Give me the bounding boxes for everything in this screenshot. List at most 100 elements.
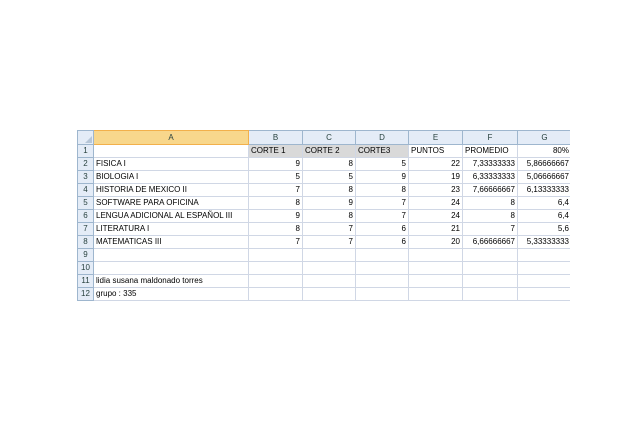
- cell-g[interactable]: [517, 287, 572, 301]
- cell-a[interactable]: MATEMATICAS III: [93, 235, 249, 249]
- cell-b[interactable]: CORTE 1: [248, 144, 303, 158]
- cell-c[interactable]: [302, 274, 356, 288]
- cell-g[interactable]: 5,86666667: [517, 157, 572, 171]
- cell-e[interactable]: [408, 287, 463, 301]
- cell-f[interactable]: 7,66666667: [462, 183, 518, 197]
- cell-d[interactable]: 5: [355, 157, 409, 171]
- row-header[interactable]: 11: [77, 274, 94, 288]
- cell-c[interactable]: 7: [302, 222, 356, 236]
- cell-b[interactable]: 8: [248, 196, 303, 210]
- row-header[interactable]: 9: [77, 248, 94, 262]
- cell-b[interactable]: 5: [248, 170, 303, 184]
- cell-e[interactable]: PUNTOS: [408, 144, 463, 158]
- cell-f[interactable]: 8: [462, 196, 518, 210]
- cell-a[interactable]: FISICA I: [93, 157, 249, 171]
- column-header-g[interactable]: G: [517, 130, 572, 145]
- cell-e[interactable]: 21: [408, 222, 463, 236]
- cell-d[interactable]: [355, 287, 409, 301]
- cell-f[interactable]: [462, 261, 518, 275]
- cell-g[interactable]: 80%: [517, 144, 572, 158]
- cell-c[interactable]: [302, 248, 356, 262]
- cell-d[interactable]: [355, 274, 409, 288]
- cell-b[interactable]: [248, 274, 303, 288]
- cell-a[interactable]: LENGUA ADICIONAL AL ESPAÑOL III: [93, 209, 249, 223]
- cell-e[interactable]: 22: [408, 157, 463, 171]
- cell-d[interactable]: 6: [355, 222, 409, 236]
- cell-b[interactable]: 7: [248, 183, 303, 197]
- column-header-d[interactable]: D: [355, 130, 409, 145]
- column-header-f[interactable]: F: [462, 130, 518, 145]
- row-header[interactable]: 3: [77, 170, 94, 184]
- cell-f[interactable]: [462, 248, 518, 262]
- cell-e[interactable]: 23: [408, 183, 463, 197]
- cell-a[interactable]: [93, 261, 249, 275]
- cell-e[interactable]: 24: [408, 196, 463, 210]
- cell-g[interactable]: [517, 248, 572, 262]
- cell-c[interactable]: 9: [302, 196, 356, 210]
- row-header[interactable]: 2: [77, 157, 94, 171]
- cell-b[interactable]: 9: [248, 209, 303, 223]
- cell-g[interactable]: 6,4: [517, 209, 572, 223]
- cell-a[interactable]: [93, 144, 249, 158]
- cell-f[interactable]: 7,33333333: [462, 157, 518, 171]
- cell-e[interactable]: 20: [408, 235, 463, 249]
- cell-g[interactable]: [517, 261, 572, 275]
- cell-a[interactable]: HISTORIA DE MEXICO II: [93, 183, 249, 197]
- cell-d[interactable]: 8: [355, 183, 409, 197]
- cell-f[interactable]: 6,33333333: [462, 170, 518, 184]
- column-header-a[interactable]: A: [93, 130, 249, 145]
- cell-d[interactable]: CORTE3: [355, 144, 409, 158]
- cell-c[interactable]: 8: [302, 183, 356, 197]
- row-header[interactable]: 4: [77, 183, 94, 197]
- cell-f[interactable]: [462, 287, 518, 301]
- cell-c[interactable]: [302, 287, 356, 301]
- cell-a[interactable]: lidia susana maldonado torres: [93, 274, 249, 288]
- row-header[interactable]: 7: [77, 222, 94, 236]
- cell-f[interactable]: 8: [462, 209, 518, 223]
- cell-g[interactable]: 5,6: [517, 222, 572, 236]
- cell-c[interactable]: 5: [302, 170, 356, 184]
- cell-d[interactable]: [355, 261, 409, 275]
- cell-e[interactable]: 24: [408, 209, 463, 223]
- cell-g[interactable]: 5,33333333: [517, 235, 572, 249]
- row-header[interactable]: 6: [77, 209, 94, 223]
- column-header-c[interactable]: C: [302, 130, 356, 145]
- row-header[interactable]: 1: [77, 144, 94, 158]
- cell-d[interactable]: 6: [355, 235, 409, 249]
- cell-d[interactable]: 7: [355, 209, 409, 223]
- cell-g[interactable]: 6,13333333: [517, 183, 572, 197]
- cell-c[interactable]: 8: [302, 157, 356, 171]
- cell-a[interactable]: LITERATURA I: [93, 222, 249, 236]
- row-header[interactable]: 8: [77, 235, 94, 249]
- column-header-b[interactable]: B: [248, 130, 303, 145]
- row-header[interactable]: 5: [77, 196, 94, 210]
- cell-b[interactable]: 7: [248, 235, 303, 249]
- cell-f[interactable]: 6,66666667: [462, 235, 518, 249]
- cell-f[interactable]: 7: [462, 222, 518, 236]
- cell-c[interactable]: 7: [302, 235, 356, 249]
- cell-b[interactable]: [248, 248, 303, 262]
- cell-c[interactable]: [302, 261, 356, 275]
- cell-e[interactable]: 19: [408, 170, 463, 184]
- cell-f[interactable]: [462, 274, 518, 288]
- cell-e[interactable]: [408, 274, 463, 288]
- cell-c[interactable]: CORTE 2: [302, 144, 356, 158]
- cell-a[interactable]: BIOLOGIA I: [93, 170, 249, 184]
- cell-g[interactable]: [517, 274, 572, 288]
- cell-g[interactable]: 6,4: [517, 196, 572, 210]
- cell-d[interactable]: 9: [355, 170, 409, 184]
- row-header[interactable]: 12: [77, 287, 94, 301]
- row-header[interactable]: 10: [77, 261, 94, 275]
- cell-e[interactable]: [408, 261, 463, 275]
- cell-b[interactable]: [248, 287, 303, 301]
- cell-d[interactable]: [355, 248, 409, 262]
- cell-f[interactable]: PROMEDIO: [462, 144, 518, 158]
- column-header-e[interactable]: E: [408, 130, 463, 145]
- cell-b[interactable]: 9: [248, 157, 303, 171]
- cell-a[interactable]: SOFTWARE PARA OFICINA: [93, 196, 249, 210]
- cell-e[interactable]: [408, 248, 463, 262]
- cell-b[interactable]: 8: [248, 222, 303, 236]
- select-all-button[interactable]: [77, 130, 94, 145]
- cell-d[interactable]: 7: [355, 196, 409, 210]
- cell-a[interactable]: [93, 248, 249, 262]
